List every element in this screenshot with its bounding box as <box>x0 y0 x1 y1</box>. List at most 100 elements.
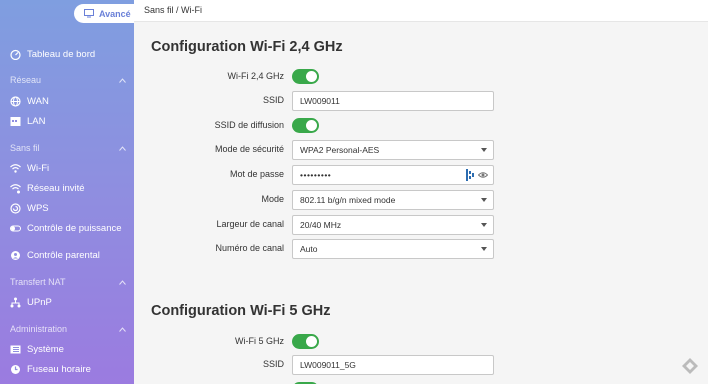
row-wifi5-ssid: SSID LW009011_5G <box>134 355 494 375</box>
globe-icon <box>10 95 21 107</box>
sidebar-item-label: Contrôle de puissance <box>27 222 122 234</box>
section-label: Transfert NAT <box>10 277 66 287</box>
password-manager-icon[interactable] <box>466 169 474 181</box>
sidebar-item-label: Contrôle parental <box>27 249 100 261</box>
row-wifi24-password: Mot de passe ••••••••• <box>134 165 494 185</box>
row-wifi24-broadcast: SSID de diffusion <box>134 116 494 136</box>
section-label: Administration <box>10 324 68 334</box>
field-label: Mode <box>261 194 284 204</box>
section-administration[interactable]: Administration <box>10 322 126 336</box>
chevron-up-icon <box>119 77 126 83</box>
row-wifi24-channel: Numéro de canal Auto <box>134 239 494 259</box>
section-label: Sans fil <box>10 143 40 153</box>
caret-down-icon <box>481 223 487 227</box>
wps-icon <box>10 202 21 214</box>
section-title-wifi-24: Configuration Wi-Fi 2,4 GHz <box>151 39 343 55</box>
sidebar-item-label: LAN <box>27 115 46 127</box>
section-label: Réseau <box>10 75 42 85</box>
row-wifi24-security: Mode de sécurité WPA2 Personal-AES <box>134 140 494 160</box>
sidebar-item-label: UPnP <box>27 296 52 308</box>
field-label: Numéro de canal <box>215 243 284 253</box>
monitor-icon <box>84 9 94 18</box>
wifi24-mode-select[interactable]: 802.11 b/g/n mixed mode <box>292 190 494 210</box>
row-wifi5-broadcast <box>134 380 494 384</box>
caret-down-icon <box>481 148 487 152</box>
sidebar-item-timezone[interactable]: Fuseau horaire <box>10 361 91 377</box>
row-wifi24-ssid: SSID LW009011 <box>134 91 494 111</box>
chevron-up-icon <box>119 145 126 151</box>
field-label: Mode de sécurité <box>214 144 284 154</box>
sidebar-item-label: Tableau de bord <box>27 48 96 60</box>
section-nat[interactable]: Transfert NAT <box>10 275 126 289</box>
select-value: 802.11 b/g/n mixed mode <box>300 195 396 205</box>
sidebar-item-parental-control[interactable]: Contrôle parental <box>10 247 100 263</box>
sidebar-item-system[interactable]: Système <box>10 341 64 357</box>
sidebar-item-label: Wi-Fi <box>27 162 50 174</box>
section-wireless[interactable]: Sans fil <box>10 141 126 155</box>
input-value: LW009011 <box>300 96 340 106</box>
advanced-mode-label: Avancé <box>99 8 131 19</box>
chevron-up-icon <box>119 326 126 332</box>
breadcrumb: Sans fil / Wi-Fi <box>144 5 203 15</box>
sidebar: Avancé Tableau de bord Réseau WAN LAN Sa… <box>0 0 134 384</box>
network-tree-icon <box>10 297 21 307</box>
row-wifi24-width: Largeur de canal 20/40 MHz <box>134 215 494 235</box>
select-value: Auto <box>300 244 318 254</box>
wifi24-security-select[interactable]: WPA2 Personal-AES <box>292 140 494 160</box>
wifi5-ssid-input[interactable]: LW009011_5G <box>292 355 494 375</box>
sidebar-item-label: Système <box>27 343 64 355</box>
sidebar-item-label: WAN <box>27 95 49 107</box>
select-value: WPA2 Personal-AES <box>300 145 380 155</box>
sidebar-item-lan[interactable]: LAN <box>10 113 45 129</box>
row-wifi24-mode: Mode 802.11 b/g/n mixed mode <box>134 190 494 210</box>
guest-wifi-icon <box>10 183 21 193</box>
watermark-logo-icon <box>682 358 698 374</box>
caret-down-icon <box>481 247 487 251</box>
main-content: Configuration Wi-Fi 2,4 GHz Wi-Fi 2,4 GH… <box>134 22 708 384</box>
wifi-icon <box>10 163 21 173</box>
select-value: 20/40 MHz <box>300 220 342 230</box>
field-label: Wi-Fi 2,4 GHz <box>227 71 284 81</box>
dashboard-icon <box>10 49 21 60</box>
section-network[interactable]: Réseau <box>10 73 126 87</box>
input-value: ••••••••• <box>300 170 332 180</box>
wifi5-enable-toggle[interactable] <box>292 334 319 349</box>
field-label: Mot de passe <box>229 169 284 179</box>
system-icon <box>10 345 21 353</box>
advanced-mode-button[interactable]: Avancé <box>74 4 134 23</box>
wifi24-channel-width-select[interactable]: 20/40 MHz <box>292 215 494 235</box>
field-label: SSID de diffusion <box>214 120 284 130</box>
sidebar-item-label: Réseau invité <box>27 182 85 194</box>
lan-icon <box>10 116 21 126</box>
wifi24-ssid-input[interactable]: LW009011 <box>292 91 494 111</box>
sidebar-item-wps[interactable]: WPS <box>10 200 49 216</box>
toggle-knob <box>306 120 317 131</box>
parental-control-icon <box>11 250 20 260</box>
toggle-knob <box>306 336 317 347</box>
wifi24-enable-toggle[interactable] <box>292 69 319 84</box>
sidebar-item-wan[interactable]: WAN <box>10 93 49 109</box>
chevron-up-icon <box>119 279 126 285</box>
sidebar-item-upnp[interactable]: UPnP <box>10 294 52 310</box>
sidebar-item-guest-network[interactable]: Réseau invité <box>10 180 85 196</box>
row-wifi5-enable: Wi-Fi 5 GHz <box>134 332 494 352</box>
toggle-icon <box>10 225 21 231</box>
wifi24-password-input[interactable]: ••••••••• <box>292 165 494 185</box>
wifi24-broadcast-toggle[interactable] <box>292 118 319 133</box>
field-label: SSID <box>262 95 284 105</box>
clock-icon <box>11 364 20 374</box>
eye-icon[interactable] <box>478 170 488 180</box>
field-label: Wi-Fi 5 GHz <box>235 336 284 346</box>
section-title-wifi-5: Configuration Wi-Fi 5 GHz <box>151 303 331 319</box>
sidebar-item-dashboard[interactable]: Tableau de bord <box>10 46 95 62</box>
sidebar-item-label: WPS <box>27 202 49 214</box>
caret-down-icon <box>481 198 487 202</box>
wifi24-channel-select[interactable]: Auto <box>292 239 494 259</box>
toggle-knob <box>306 71 317 82</box>
input-value: LW009011_5G <box>300 360 356 370</box>
sidebar-item-wifi[interactable]: Wi-Fi <box>10 160 49 176</box>
field-label: SSID <box>262 359 284 369</box>
field-label: Largeur de canal <box>216 219 284 229</box>
sidebar-item-power-control[interactable]: Contrôle de puissance <box>10 220 122 236</box>
top-bar: Sans fil / Wi-Fi <box>134 0 708 22</box>
